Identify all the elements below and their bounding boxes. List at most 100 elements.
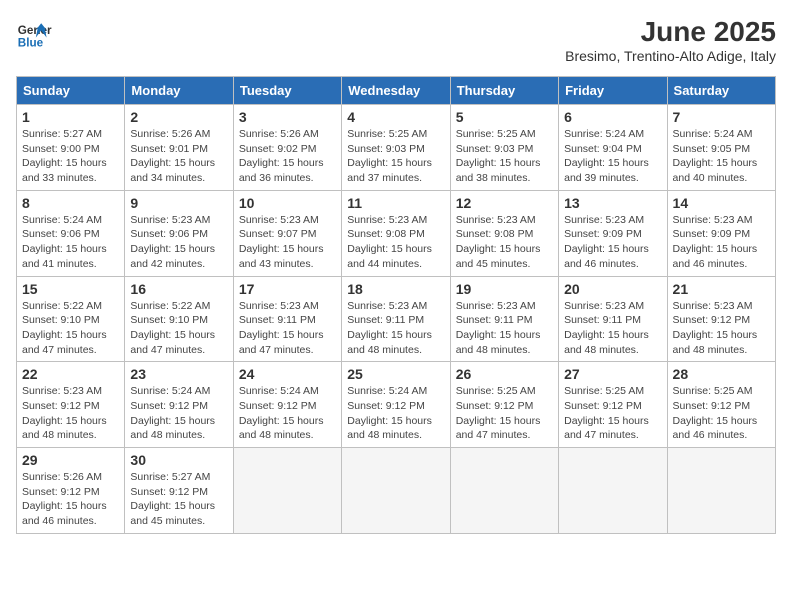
day-number: 16 [130,281,227,297]
calendar-cell: 30 Sunrise: 5:27 AMSunset: 9:12 PMDayligh… [125,448,233,534]
day-info: Sunrise: 5:25 AMSunset: 9:12 PMDaylight:… [564,384,661,443]
main-title: June 2025 [565,16,776,48]
calendar-row: 15 Sunrise: 5:22 AMSunset: 9:10 PMDayligh… [17,276,776,362]
calendar-cell: 29 Sunrise: 5:26 AMSunset: 9:12 PMDayligh… [17,448,125,534]
day-info: Sunrise: 5:24 AMSunset: 9:12 PMDaylight:… [239,384,336,443]
day-number: 8 [22,195,119,211]
day-info: Sunrise: 5:23 AMSunset: 9:08 PMDaylight:… [347,213,444,272]
day-number: 10 [239,195,336,211]
day-number: 24 [239,366,336,382]
day-info: Sunrise: 5:22 AMSunset: 9:10 PMDaylight:… [130,299,227,358]
day-number: 4 [347,109,444,125]
calendar-cell: 22 Sunrise: 5:23 AMSunset: 9:12 PMDayligh… [17,362,125,448]
calendar-cell: 14Sunrise: 5:23 AMSunset: 9:09 PMDayligh… [667,190,775,276]
day-info: Sunrise: 5:23 AMSunset: 9:07 PMDaylight:… [239,213,336,272]
day-number: 12 [456,195,553,211]
day-info: Sunrise: 5:25 AMSunset: 9:12 PMDaylight:… [673,384,770,443]
calendar-cell: 9Sunrise: 5:23 AMSunset: 9:06 PMDaylight… [125,190,233,276]
logo: General Blue [16,16,52,52]
calendar-cell: 27Sunrise: 5:25 AMSunset: 9:12 PMDayligh… [559,362,667,448]
calendar-cell: 13 Sunrise: 5:23 AMSunset: 9:09 PMDayligh… [559,190,667,276]
day-number: 2 [130,109,227,125]
calendar-cell: 8 Sunrise: 5:24 AMSunset: 9:06 PMDaylight… [17,190,125,276]
page-header: General Blue June 2025 Bresimo, Trentino… [16,16,776,64]
day-info: Sunrise: 5:27 AMSunset: 9:12 PMDaylight:… [130,470,227,529]
calendar-cell: 24 Sunrise: 5:24 AMSunset: 9:12 PMDayligh… [233,362,341,448]
day-number: 30 [130,452,227,468]
calendar-cell: 20 Sunrise: 5:23 AMSunset: 9:11 PMDayligh… [559,276,667,362]
day-number: 11 [347,195,444,211]
calendar-cell: 2Sunrise: 5:26 AMSunset: 9:01 PMDaylight… [125,105,233,191]
day-number: 14 [673,195,770,211]
day-number: 6 [564,109,661,125]
col-monday: Monday [125,77,233,105]
day-number: 25 [347,366,444,382]
calendar-cell: 16 Sunrise: 5:22 AMSunset: 9:10 PMDayligh… [125,276,233,362]
day-info: Sunrise: 5:25 AMSunset: 9:03 PMDaylight:… [347,127,444,186]
calendar-cell: 7Sunrise: 5:24 AMSunset: 9:05 PMDaylight… [667,105,775,191]
day-info: Sunrise: 5:23 AMSunset: 9:11 PMDaylight:… [564,299,661,358]
day-number: 26 [456,366,553,382]
day-info: Sunrise: 5:25 AMSunset: 9:03 PMDaylight:… [456,127,553,186]
calendar-row: 22 Sunrise: 5:23 AMSunset: 9:12 PMDayligh… [17,362,776,448]
calendar-cell: 18Sunrise: 5:23 AMSunset: 9:11 PMDayligh… [342,276,450,362]
calendar-cell: 4 Sunrise: 5:25 AMSunset: 9:03 PMDaylight… [342,105,450,191]
calendar-cell: 12 Sunrise: 5:23 AMSunset: 9:08 PMDayligh… [450,190,558,276]
day-info: Sunrise: 5:25 AMSunset: 9:12 PMDaylight:… [456,384,553,443]
calendar-cell: 28 Sunrise: 5:25 AMSunset: 9:12 PMDayligh… [667,362,775,448]
calendar-cell [667,448,775,534]
day-number: 20 [564,281,661,297]
day-info: Sunrise: 5:23 AMSunset: 9:11 PMDaylight:… [239,299,336,358]
day-number: 7 [673,109,770,125]
col-thursday: Thursday [450,77,558,105]
day-info: Sunrise: 5:24 AMSunset: 9:04 PMDaylight:… [564,127,661,186]
day-number: 17 [239,281,336,297]
calendar-cell: 5 Sunrise: 5:25 AMSunset: 9:03 PMDaylight… [450,105,558,191]
calendar-cell: 15 Sunrise: 5:22 AMSunset: 9:10 PMDayligh… [17,276,125,362]
day-number: 5 [456,109,553,125]
calendar-cell: 26 Sunrise: 5:25 AMSunset: 9:12 PMDayligh… [450,362,558,448]
logo-icon: General Blue [16,16,52,52]
day-number: 29 [22,452,119,468]
day-info: Sunrise: 5:24 AMSunset: 9:12 PMDaylight:… [130,384,227,443]
day-number: 22 [22,366,119,382]
day-number: 13 [564,195,661,211]
day-info: Sunrise: 5:26 AMSunset: 9:12 PMDaylight:… [22,470,119,529]
day-info: Sunrise: 5:23 AMSunset: 9:06 PMDaylight:… [130,213,227,272]
day-info: Sunrise: 5:26 AMSunset: 9:02 PMDaylight:… [239,127,336,186]
calendar-cell: 25Sunrise: 5:24 AMSunset: 9:12 PMDayligh… [342,362,450,448]
svg-text:Blue: Blue [18,37,44,50]
calendar-row: 1Sunrise: 5:27 AMSunset: 9:00 PMDaylight… [17,105,776,191]
day-info: Sunrise: 5:22 AMSunset: 9:10 PMDaylight:… [22,299,119,358]
day-info: Sunrise: 5:27 AMSunset: 9:00 PMDaylight:… [22,127,119,186]
day-number: 15 [22,281,119,297]
day-info: Sunrise: 5:23 AMSunset: 9:09 PMDaylight:… [564,213,661,272]
calendar-cell: 11 Sunrise: 5:23 AMSunset: 9:08 PMDayligh… [342,190,450,276]
calendar-cell: 6 Sunrise: 5:24 AMSunset: 9:04 PMDaylight… [559,105,667,191]
col-wednesday: Wednesday [342,77,450,105]
calendar-row: 8 Sunrise: 5:24 AMSunset: 9:06 PMDaylight… [17,190,776,276]
calendar-cell: 3 Sunrise: 5:26 AMSunset: 9:02 PMDaylight… [233,105,341,191]
calendar-header-row: Sunday Monday Tuesday Wednesday Thursday… [17,77,776,105]
calendar-row: 29 Sunrise: 5:26 AMSunset: 9:12 PMDayligh… [17,448,776,534]
day-number: 28 [673,366,770,382]
day-number: 18 [347,281,444,297]
col-friday: Friday [559,77,667,105]
day-info: Sunrise: 5:23 AMSunset: 9:12 PMDaylight:… [22,384,119,443]
day-number: 3 [239,109,336,125]
calendar-cell [342,448,450,534]
calendar-cell [559,448,667,534]
title-block: June 2025 Bresimo, Trentino-Alto Adige, … [565,16,776,64]
day-info: Sunrise: 5:24 AMSunset: 9:06 PMDaylight:… [22,213,119,272]
calendar-cell: 10 Sunrise: 5:23 AMSunset: 9:07 PMDayligh… [233,190,341,276]
day-number: 19 [456,281,553,297]
col-sunday: Sunday [17,77,125,105]
calendar-cell: 17 Sunrise: 5:23 AMSunset: 9:11 PMDayligh… [233,276,341,362]
day-info: Sunrise: 5:23 AMSunset: 9:08 PMDaylight:… [456,213,553,272]
calendar-cell [450,448,558,534]
calendar-table: Sunday Monday Tuesday Wednesday Thursday… [16,76,776,534]
calendar-cell [233,448,341,534]
calendar-cell: 21Sunrise: 5:23 AMSunset: 9:12 PMDayligh… [667,276,775,362]
calendar-cell: 19Sunrise: 5:23 AMSunset: 9:11 PMDayligh… [450,276,558,362]
day-info: Sunrise: 5:23 AMSunset: 9:12 PMDaylight:… [673,299,770,358]
